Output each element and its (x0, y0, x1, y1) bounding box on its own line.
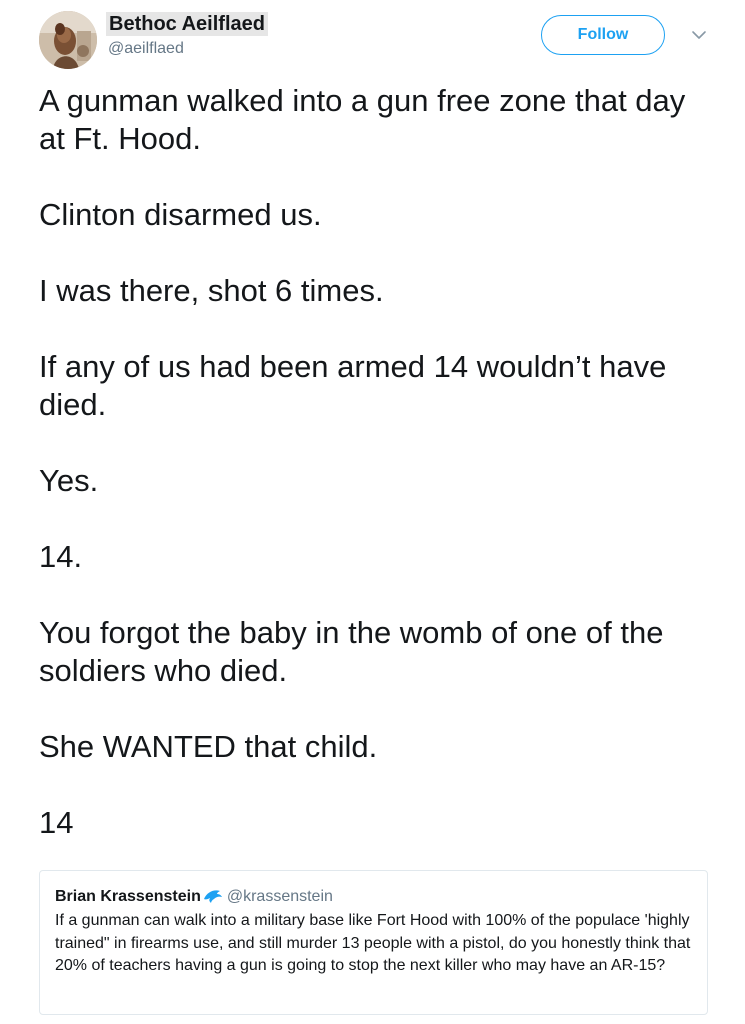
tweet-paragraph: A gunman walked into a gun free zone tha… (39, 83, 686, 156)
tweet-paragraph: 14. (39, 539, 83, 574)
follow-button[interactable]: Follow (541, 15, 665, 55)
avatar-photo-icon (39, 11, 97, 69)
tweet-text: A gunman walked into a gun free zone tha… (39, 82, 709, 880)
quoted-tweet-card[interactable]: Brian Krassenstein @krassenstein If a gu… (39, 870, 708, 1015)
tweet-paragraph: I was there, shot 6 times. (39, 273, 384, 308)
tweet-header: Bethoc Aeilflaed @aeilflaed Follow (0, 0, 745, 80)
quoted-author-handle: @krassenstein (226, 888, 333, 905)
dolphin-icon (203, 890, 222, 903)
author-display-name[interactable]: Bethoc Aeilflaed (106, 12, 268, 36)
quoted-author-name: Brian Krassenstein (55, 888, 201, 905)
tweet-paragraph: You forgot the baby in the womb of one o… (39, 615, 664, 688)
tweet-paragraph: Yes. (39, 463, 99, 498)
tweet-paragraph: Clinton disarmed us. (39, 197, 322, 232)
chevron-down-icon[interactable] (690, 26, 708, 44)
tweet-paragraph: She WANTED that child. (39, 729, 378, 764)
avatar[interactable] (39, 11, 97, 69)
tweet-paragraph: 14 (39, 805, 74, 840)
quoted-tweet-text: If a gunman can walk into a military bas… (55, 912, 691, 974)
tweet-paragraph: If any of us had been armed 14 wouldn’t … (39, 349, 667, 422)
author-handle[interactable]: @aeilflaed (108, 40, 184, 58)
quoted-tweet-header: Brian Krassenstein @krassenstein (55, 887, 333, 907)
